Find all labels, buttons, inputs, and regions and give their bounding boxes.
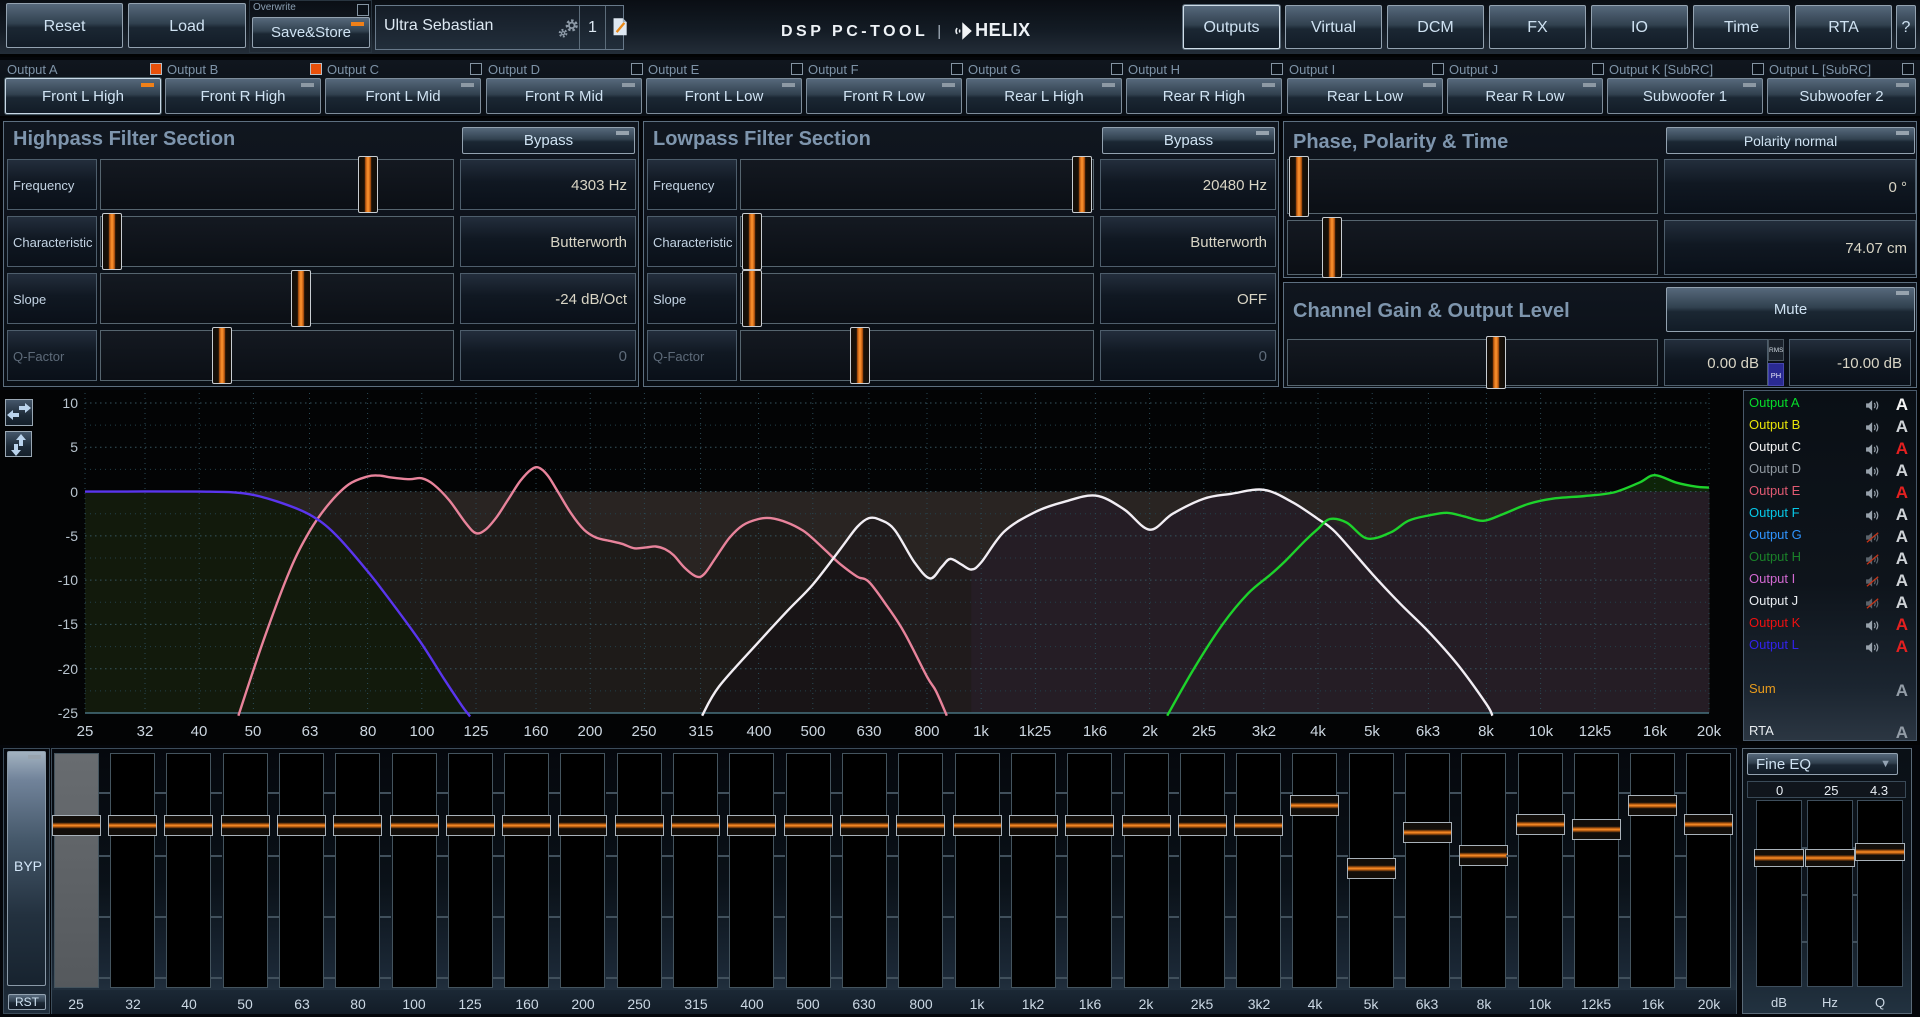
svg-text:6k3: 6k3 bbox=[1416, 723, 1440, 740]
svg-text:5k: 5k bbox=[1364, 723, 1380, 740]
svg-text:0: 0 bbox=[70, 484, 78, 500]
svg-text:1k6: 1k6 bbox=[1083, 723, 1107, 740]
svg-text:2k: 2k bbox=[1142, 723, 1158, 740]
svg-text:16k: 16k bbox=[1643, 723, 1668, 740]
svg-text:125: 125 bbox=[463, 723, 488, 740]
svg-text:160: 160 bbox=[523, 723, 548, 740]
svg-text:315: 315 bbox=[688, 723, 713, 740]
svg-text:50: 50 bbox=[245, 723, 262, 740]
svg-text:10k: 10k bbox=[1529, 723, 1554, 740]
svg-text:32: 32 bbox=[137, 723, 154, 740]
svg-text:-20: -20 bbox=[58, 661, 78, 677]
svg-text:2k5: 2k5 bbox=[1192, 723, 1216, 740]
svg-text:800: 800 bbox=[914, 723, 939, 740]
svg-text:12k5: 12k5 bbox=[1579, 723, 1612, 740]
svg-text:-10: -10 bbox=[58, 572, 78, 588]
svg-text:250: 250 bbox=[631, 723, 656, 740]
svg-text:80: 80 bbox=[360, 723, 377, 740]
svg-text:10: 10 bbox=[62, 395, 78, 411]
svg-text:100: 100 bbox=[409, 723, 434, 740]
svg-text:1k25: 1k25 bbox=[1019, 723, 1052, 740]
svg-text:500: 500 bbox=[800, 723, 825, 740]
svg-text:63: 63 bbox=[302, 723, 319, 740]
svg-text:25: 25 bbox=[77, 723, 94, 740]
svg-text:5: 5 bbox=[70, 439, 78, 455]
svg-text:630: 630 bbox=[856, 723, 881, 740]
svg-text:-15: -15 bbox=[58, 616, 78, 632]
svg-text:200: 200 bbox=[577, 723, 602, 740]
svg-text:40: 40 bbox=[191, 723, 208, 740]
svg-text:-25: -25 bbox=[58, 705, 78, 721]
svg-text:8k: 8k bbox=[1478, 723, 1494, 740]
svg-text:3k2: 3k2 bbox=[1252, 723, 1276, 740]
svg-text:20k: 20k bbox=[1697, 723, 1722, 740]
svg-text:400: 400 bbox=[746, 723, 771, 740]
svg-text:1k: 1k bbox=[973, 723, 989, 740]
svg-text:-5: -5 bbox=[66, 528, 79, 544]
svg-text:4k: 4k bbox=[1310, 723, 1326, 740]
